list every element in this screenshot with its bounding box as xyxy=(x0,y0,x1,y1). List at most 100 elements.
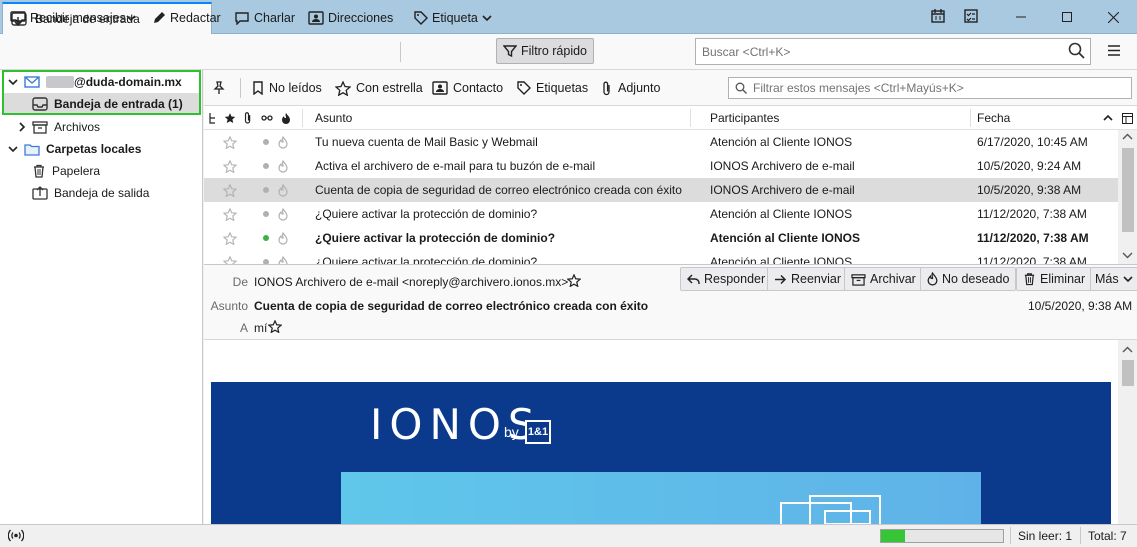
junk-toggle-icon[interactable] xyxy=(278,178,288,202)
search-input[interactable]: Buscar <Ctrl+K> xyxy=(695,38,1091,65)
address-book-button[interactable]: Direcciones xyxy=(302,4,399,32)
more-button[interactable]: Más xyxy=(1090,267,1137,291)
thread-list-scrollbar[interactable] xyxy=(1118,130,1137,264)
table-row[interactable]: ¿Quiere activar la protección de dominio… xyxy=(204,250,1118,264)
subject-value: Cuenta de copia de seguridad de correo e… xyxy=(254,299,649,313)
get-messages-button[interactable]: Recibir mensajes xyxy=(4,4,132,32)
folder-outbox[interactable]: Bandeja de salida xyxy=(0,182,203,204)
forward-arrow-icon xyxy=(774,274,787,285)
sticky-filter-button[interactable] xyxy=(212,76,226,100)
ionos-by-text: by xyxy=(504,424,519,440)
from-value[interactable]: IONOS Archivero de e-mail <noreply@archi… xyxy=(254,275,568,289)
table-row[interactable]: Tu nueva cuenta de Mail Basic y Webmail A… xyxy=(204,130,1118,154)
trash-icon xyxy=(1023,272,1036,286)
quick-filter-button[interactable]: Filtro rápido xyxy=(496,38,594,64)
chat-button[interactable]: Charlar xyxy=(228,4,301,32)
junk-button[interactable]: No deseado xyxy=(920,267,1017,291)
star-toggle-icon[interactable] xyxy=(223,178,237,202)
minimize-button[interactable] xyxy=(998,0,1044,34)
star-toggle-icon[interactable] xyxy=(223,226,237,250)
bookmark-icon xyxy=(252,81,264,95)
get-messages-dropdown[interactable] xyxy=(122,4,140,32)
column-subject[interactable]: Asunto xyxy=(315,106,352,130)
outbox-icon xyxy=(32,186,48,200)
junk-toggle-icon[interactable] xyxy=(278,154,288,178)
scroll-up-icon[interactable] xyxy=(1122,346,1133,353)
unread-count: Sin leer: 1 xyxy=(1018,529,1073,543)
filter-unread-button[interactable]: No leídos xyxy=(252,76,322,100)
filter-tags-button[interactable]: Etiquetas xyxy=(517,76,588,100)
from-label: De xyxy=(232,275,248,289)
attachment-column-icon[interactable] xyxy=(243,106,253,130)
table-row[interactable]: Activa el archivero de e-mail para tu bu… xyxy=(204,154,1118,178)
filter-messages-input[interactable]: Filtrar estos mensajes <Ctrl+Mayús+K> xyxy=(728,77,1132,99)
column-picker-icon[interactable] xyxy=(1122,106,1133,130)
to-value[interactable]: mí xyxy=(254,321,267,335)
star-toggle-icon[interactable] xyxy=(223,130,237,154)
scroll-thumb[interactable] xyxy=(1122,360,1134,386)
star-toggle-icon[interactable] xyxy=(223,154,237,178)
star-column-icon[interactable] xyxy=(224,106,236,130)
junk-column-icon[interactable] xyxy=(281,106,291,130)
search-icon[interactable] xyxy=(1068,42,1085,59)
filter-starred-button[interactable]: Con estrella xyxy=(335,76,423,100)
junk-toggle-icon[interactable] xyxy=(278,130,288,154)
folder-trash[interactable]: Papelera xyxy=(0,160,203,182)
table-row[interactable]: Cuenta de copia de seguridad de correo e… xyxy=(204,178,1118,202)
delete-button[interactable]: Eliminar xyxy=(1016,267,1093,291)
calendar-icon[interactable] xyxy=(930,8,946,24)
read-status-column-icon[interactable] xyxy=(261,106,273,130)
add-contact-star-icon[interactable] xyxy=(567,274,581,287)
table-row[interactable]: ¿Quiere activar la protección de dominio… xyxy=(204,202,1118,226)
message-subject: Tu nueva cuenta de Mail Basic y Webmail xyxy=(315,135,538,149)
folder-local-folders[interactable]: Carpetas locales xyxy=(0,138,203,160)
maximize-button[interactable] xyxy=(1044,0,1090,34)
reply-arrow-icon xyxy=(687,273,700,285)
filter-contact-button[interactable]: Contacto xyxy=(432,76,503,100)
junk-toggle-icon[interactable] xyxy=(278,202,288,226)
message-participants: Atención al Cliente IONOS xyxy=(710,255,853,264)
hamburger-menu-icon[interactable] xyxy=(1107,44,1121,57)
message-participants: Atención al Cliente IONOS xyxy=(710,135,853,149)
add-contact-star-icon[interactable] xyxy=(268,320,282,333)
tag-button[interactable]: Etiqueta xyxy=(408,4,498,32)
forward-button[interactable]: Reenviar xyxy=(767,267,849,291)
archive-button[interactable]: Archivar xyxy=(844,267,923,291)
compose-button[interactable]: Redactar xyxy=(146,4,227,32)
message-body-scrollbar[interactable] xyxy=(1118,340,1137,524)
message-participants: Atención al Cliente IONOS xyxy=(710,207,853,221)
subject-label: Asunto xyxy=(210,299,248,313)
search-icon xyxy=(735,82,747,94)
read-status-dot-icon[interactable] xyxy=(263,226,269,250)
column-participants[interactable]: Participantes xyxy=(710,106,779,130)
read-status-dot-icon[interactable] xyxy=(263,178,269,202)
chevron-down-icon xyxy=(126,14,136,22)
scroll-up-icon[interactable] xyxy=(1122,133,1133,140)
column-date[interactable]: Fecha xyxy=(977,106,1010,130)
flame-icon xyxy=(927,272,938,286)
star-toggle-icon[interactable] xyxy=(223,202,237,226)
star-toggle-icon[interactable] xyxy=(223,250,237,264)
table-row[interactable]: ¿Quiere activar la protección de dominio… xyxy=(204,226,1118,250)
read-status-dot-icon[interactable] xyxy=(263,130,269,154)
col-separator xyxy=(302,109,303,127)
sort-ascending-icon[interactable] xyxy=(1103,106,1113,130)
read-status-dot-icon[interactable] xyxy=(263,202,269,226)
tasks-icon[interactable] xyxy=(963,8,979,24)
filter-attachment-button[interactable]: Adjunto xyxy=(601,76,660,100)
archive-box-icon xyxy=(851,273,866,286)
junk-toggle-icon[interactable] xyxy=(278,226,288,250)
read-status-dot-icon[interactable] xyxy=(263,250,269,264)
tag-icon xyxy=(414,11,428,25)
close-button[interactable] xyxy=(1090,0,1136,34)
junk-toggle-icon[interactable] xyxy=(278,250,288,264)
account-highlight-box xyxy=(2,70,201,115)
scroll-down-icon[interactable] xyxy=(1122,252,1133,259)
reply-button[interactable]: Responder xyxy=(680,267,773,291)
scroll-thumb[interactable] xyxy=(1122,148,1134,232)
thread-column-icon[interactable] xyxy=(208,106,218,130)
chevron-down-icon xyxy=(8,145,18,153)
read-status-dot-icon[interactable] xyxy=(263,154,269,178)
folder-archives[interactable]: Archivos xyxy=(0,116,203,138)
online-status-icon[interactable] xyxy=(8,529,24,542)
